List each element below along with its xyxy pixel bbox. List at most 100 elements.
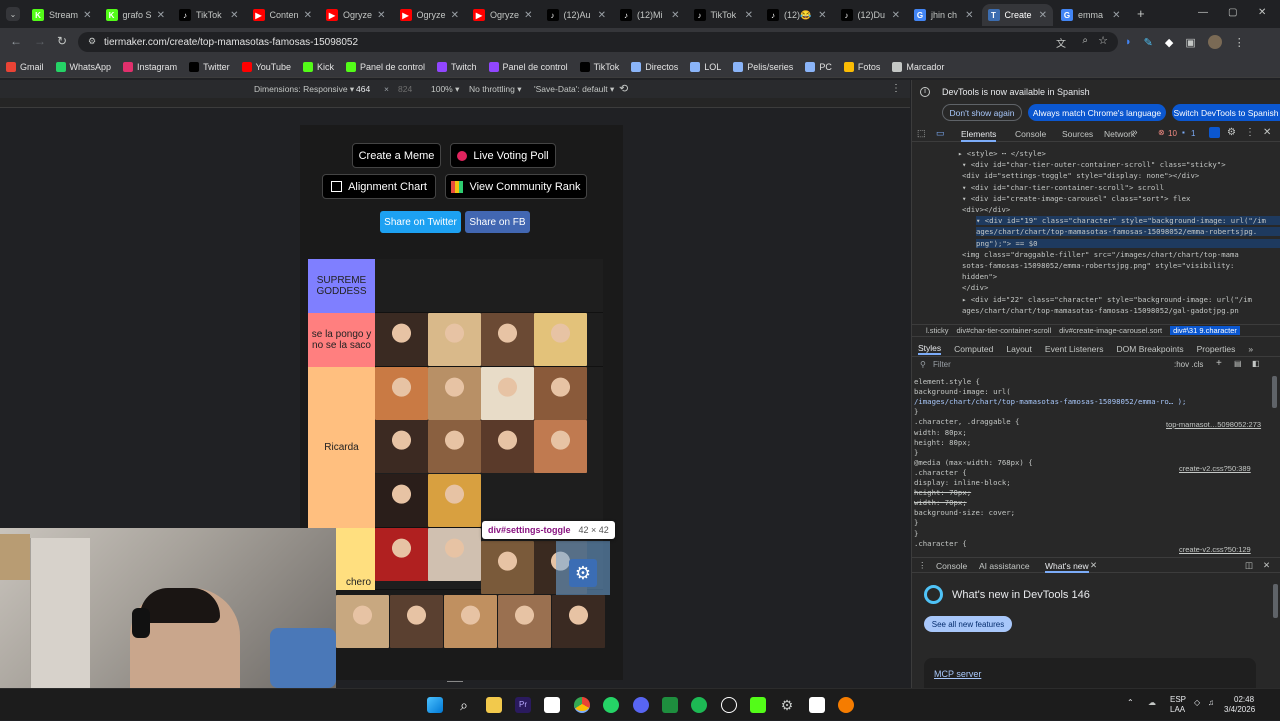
tab-console[interactable]: Console [1015, 129, 1046, 139]
dom-line[interactable]: png");"> == $0 [976, 238, 1280, 248]
css-line[interactable]: } [914, 448, 918, 457]
sidebar-toggle-icon[interactable]: ◧ [1252, 359, 1260, 368]
browser-tab[interactable]: ♪ (12)Mi ✕ [614, 4, 686, 26]
close-tab-icon[interactable]: ✕ [671, 10, 679, 21]
ai-icon[interactable] [1209, 127, 1220, 138]
address-bar[interactable]: ⚙ tiermaker.com/create/top-mamasotas-fam… [78, 32, 1118, 52]
character-image[interactable] [375, 474, 428, 527]
bookmark-item[interactable]: Fotos [838, 61, 887, 72]
tab-network[interactable]: Network [1104, 129, 1135, 139]
dom-line[interactable]: <div></div> [962, 205, 1010, 214]
bookmark-item[interactable]: Directos [625, 61, 684, 72]
tab-sources[interactable]: Sources [1062, 129, 1093, 139]
dom-line[interactable]: ages/chart/chart/top-mamasotas-famosas-1… [962, 306, 1239, 315]
dom-line[interactable]: ▾ <div id="char-tier-container-scroll"> … [962, 183, 1164, 192]
spotify-icon[interactable] [691, 697, 707, 713]
share-twitter-button[interactable]: Share on Twitter [380, 211, 461, 233]
language-indicator-line2[interactable]: LAA [1170, 705, 1185, 714]
css-line[interactable]: .character, .draggable { [914, 417, 1019, 426]
bookmark-item[interactable]: Kick [297, 61, 340, 72]
windows-start-icon[interactable] [427, 697, 443, 713]
reload-icon[interactable]: ↻ [57, 34, 67, 48]
close-tab-icon[interactable]: ✕ [377, 10, 385, 21]
browser-tab[interactable]: Gemma ✕ [1055, 4, 1127, 26]
character-image[interactable] [534, 367, 587, 420]
file-explorer-icon[interactable] [486, 697, 502, 713]
breadcrumb-item[interactable]: div#create-image-carousel.sort [1059, 326, 1162, 335]
view-community-rank-button[interactable]: View Community Rank [445, 174, 587, 199]
css-line[interactable]: } [914, 407, 918, 416]
breadcrumb-item[interactable]: div#char-tier-container-scroll [957, 326, 1052, 335]
character-image[interactable] [375, 313, 428, 366]
bookmark-item[interactable]: Gmail [0, 61, 50, 72]
add-rule-icon[interactable]: + [1216, 358, 1222, 369]
css-line[interactable]: @media (max-width: 768px) { [914, 458, 1033, 467]
character-image[interactable] [481, 541, 534, 594]
browser-tab[interactable]: ▶ Ogryze ✕ [467, 4, 539, 26]
message-icon[interactable]: ▪ [1182, 128, 1185, 137]
mcp-server-link[interactable]: MCP server [934, 669, 981, 679]
capcut-icon[interactable] [544, 697, 560, 713]
browser-tab[interactable]: K Stream ✕ [26, 4, 98, 26]
close-tab-icon[interactable]: ✕ [598, 10, 606, 21]
browser-tab[interactable]: T Create ✕ [981, 4, 1053, 26]
bookmark-item[interactable]: Pelis/series [727, 61, 799, 72]
css-line[interactable]: width: 80px; [914, 428, 967, 437]
window-close-icon[interactable]: ✕ [1258, 7, 1266, 18]
browser-tab[interactable]: Gjhin ch ✕ [908, 4, 980, 26]
character-image[interactable] [428, 474, 481, 527]
bookmark-item[interactable]: Twitch [431, 61, 483, 72]
character-image[interactable] [390, 595, 443, 648]
menu-icon[interactable]: ⋮ [1234, 36, 1245, 49]
rotate-icon[interactable]: ⟲ [619, 82, 628, 95]
close-tab-icon[interactable]: ✕ [1112, 10, 1120, 21]
avatar[interactable] [1207, 35, 1222, 49]
dom-line[interactable]: ▸ <style> ⋯ </style> [958, 149, 1046, 158]
network-icon[interactable]: ◇ [1194, 698, 1200, 707]
clock-time[interactable]: 02:48 [1234, 695, 1254, 704]
tab-search-icon[interactable]: ⌄ [6, 7, 20, 21]
character-image[interactable] [428, 367, 481, 420]
dock-icon[interactable]: ◫ [1245, 560, 1253, 571]
search-icon[interactable]: ⌕ [456, 697, 472, 713]
chrome-icon[interactable] [574, 697, 590, 713]
character-image[interactable] [498, 595, 551, 648]
paint-icon[interactable]: ▤ [1234, 359, 1242, 368]
width-input[interactable]: 464 [356, 84, 370, 94]
hov-cls-toggle[interactable]: :hov .cls [1174, 360, 1203, 369]
close-tab-icon[interactable]: ✕ [1039, 10, 1047, 21]
character-image[interactable] [534, 313, 587, 366]
device-toggle-icon[interactable]: ▭ [936, 128, 945, 139]
source-link[interactable]: top-mamasot…5098052:273 [1166, 420, 1261, 429]
tab-event-listeners[interactable]: Event Listeners [1045, 344, 1104, 354]
source-link[interactable]: create-v2.css?50:129 [1179, 545, 1251, 554]
character-image[interactable] [336, 595, 389, 648]
css-line[interactable]: background-size: cover; [914, 508, 1015, 517]
close-tab-icon[interactable]: ✕ [304, 10, 312, 21]
more-tabs-icon[interactable]: » [1132, 127, 1138, 138]
dom-line[interactable]: ▾ <div id="19" class="character" style="… [976, 216, 1280, 226]
character-image[interactable] [375, 528, 428, 581]
switch-language-button[interactable]: Switch DevTools to Spanish [1172, 104, 1280, 121]
dom-line[interactable]: </div> [962, 283, 988, 292]
close-icon[interactable]: ✕ [1263, 127, 1271, 138]
tab-layout[interactable]: Layout [1006, 344, 1032, 354]
close-tab-icon[interactable]: ✕ [745, 10, 753, 21]
character-image[interactable] [552, 595, 605, 648]
dom-line[interactable]: ▾ <div id="char-tier-outer-container-scr… [962, 160, 1226, 169]
close-drawer-icon[interactable]: ✕ [1263, 560, 1270, 571]
browser-tab[interactable]: ▶ Ogryze ✕ [394, 4, 466, 26]
forward-icon[interactable]: → [34, 34, 46, 48]
css-line[interactable]: element.style { [914, 377, 980, 386]
styles-scrollbar[interactable] [1272, 376, 1277, 408]
dom-line[interactable]: ▾ <div id="create-image-carousel" class=… [962, 194, 1190, 203]
css-line[interactable]: display: inline-block; [914, 478, 1011, 487]
close-tab-icon[interactable]: ✕ [524, 10, 532, 21]
css-line[interactable]: background-image: url( [914, 387, 1011, 396]
save-data-select[interactable]: 'Save-Data': default ▾ [534, 84, 614, 95]
bookmark-item[interactable]: Panel de control [483, 61, 574, 72]
css-line[interactable]: /images/chart/chart/top-mamasotas-famosa… [914, 397, 1186, 406]
discord-icon[interactable] [633, 697, 649, 713]
source-link[interactable]: create-v2.css?50:389 [1179, 464, 1251, 473]
zoom-icon[interactable]: ⌕ [1082, 35, 1088, 46]
